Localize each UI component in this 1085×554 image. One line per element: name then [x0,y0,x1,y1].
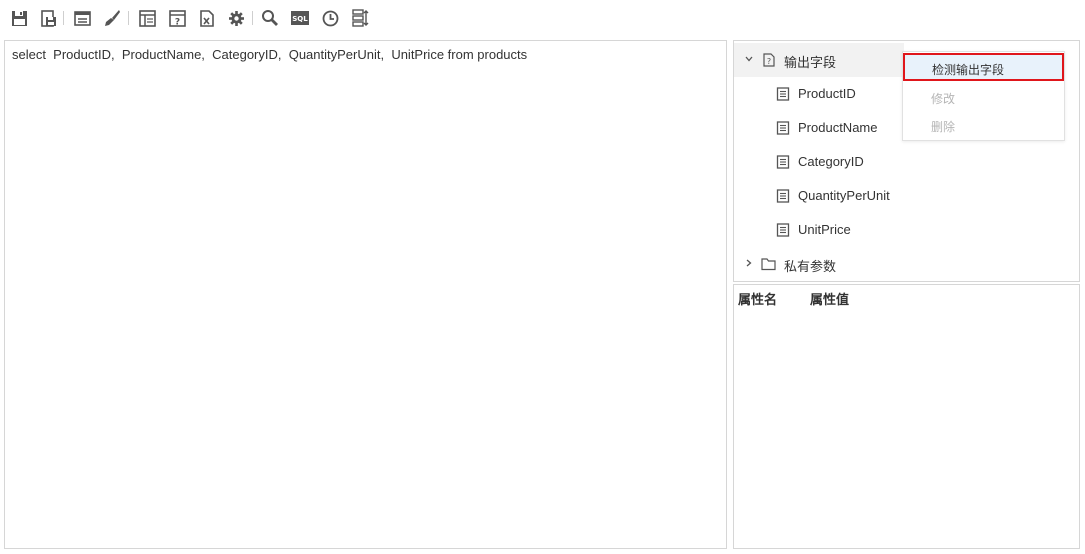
save-icon[interactable] [9,8,29,28]
menu-item-delete[interactable]: 删除 [903,111,1064,139]
tree-node-private-params[interactable]: 私有参数 [734,247,1079,281]
field-label: ProductID [798,86,856,101]
chevron-down-icon[interactable] [744,54,754,64]
folder-icon [761,257,776,271]
clock-icon[interactable] [320,8,340,28]
menu-item-label: 检测输出字段 [932,63,1005,77]
document-icon [776,87,790,101]
menu-item-detect-output-fields[interactable]: 检测输出字段 [903,53,1064,81]
search-icon[interactable] [260,8,280,28]
save-as-icon[interactable] [38,8,58,28]
private-params-label: 私有参数 [784,259,837,274]
document-icon [776,189,790,203]
sql-editor[interactable]: select ProductID, ProductName, CategoryI… [4,40,727,549]
tree-node-output-fields[interactable]: ? 输出字段 [734,43,904,77]
window-icon[interactable] [72,8,92,28]
document-icon [776,155,790,169]
field-label: CategoryID [798,154,864,169]
context-menu: 检测输出字段 修改 删除 [902,51,1065,141]
tree-root-label: 输出字段 [784,55,837,70]
property-value-header: 属性值 [810,292,850,307]
document-icon [776,121,790,135]
chevron-right-icon[interactable] [744,258,754,268]
field-label: ProductName [798,120,878,135]
list-settings-icon[interactable] [351,8,371,28]
field-label: QuantityPerUnit [798,188,890,203]
property-name-header: 属性名 [738,292,778,307]
unknown-file-icon: ? [762,53,776,67]
tree-field-item[interactable]: UnitPrice [734,213,1079,247]
menu-item-label: 删除 [931,120,956,134]
brush-icon[interactable] [102,8,122,28]
help-icon[interactable]: ? [167,8,187,28]
menu-item-label: 修改 [931,92,956,106]
svg-text:?: ? [174,17,179,27]
menu-item-modify[interactable]: 修改 [903,83,1064,111]
tree-field-item[interactable]: CategoryID [734,145,1079,179]
document-icon [776,223,790,237]
svg-text:?: ? [767,57,771,66]
gear-icon[interactable] [226,8,246,28]
sql-icon[interactable]: SQL [290,8,310,28]
sql-icon-label: SQL [292,15,308,23]
field-label: UnitPrice [798,222,851,237]
tree-field-item[interactable]: QuantityPerUnit [734,179,1079,213]
layout-icon[interactable] [137,8,157,28]
toolbar: ? SQL [0,0,1085,38]
excel-icon[interactable] [196,8,216,28]
properties-panel: 属性名 属性值 [733,284,1080,549]
sql-text[interactable]: select ProductID, ProductName, CategoryI… [12,47,527,62]
